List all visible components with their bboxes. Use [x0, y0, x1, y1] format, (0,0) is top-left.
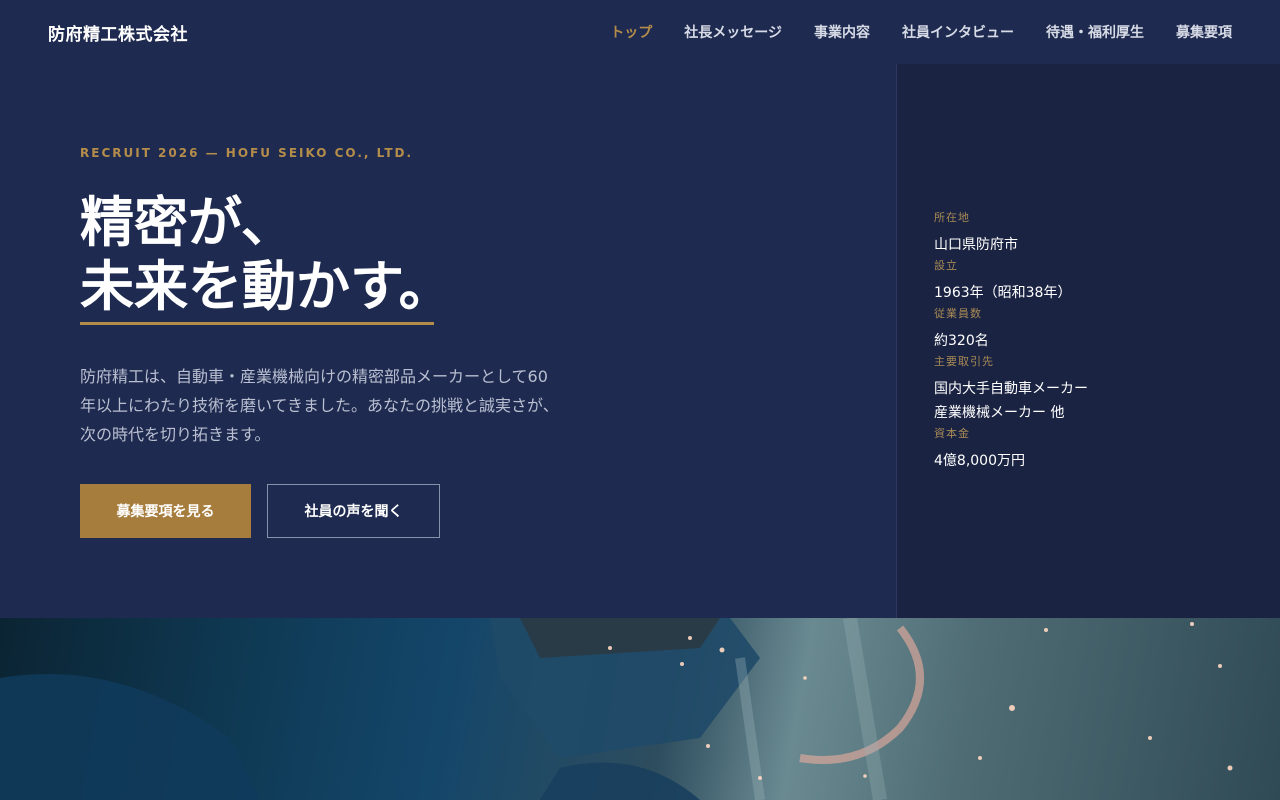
- info-label: 従業員数: [934, 307, 982, 320]
- hero-eyebrow: RECRUIT 2026 — HOFU SEIKO CO., LTD.: [80, 146, 414, 160]
- info-item-founded: 設立 1963年（昭和38年）: [934, 257, 1254, 305]
- nav-item-business[interactable]: 事業内容: [814, 22, 870, 42]
- info-value: 国内大手自動車メーカー 産業機械メーカー 他: [934, 381, 1088, 421]
- site-header: 防府精工株式会社 トップ 社長メッセージ 事業内容 社員インタビュー 待遇・福利…: [0, 0, 1280, 64]
- info-item-capital: 資本金 4億8,000万円: [934, 425, 1254, 473]
- info-label: 主要取引先: [934, 355, 994, 368]
- info-label: 設立: [934, 259, 958, 272]
- hero-headline: 精密が、 未来を動かす。: [80, 190, 453, 318]
- headline-underline: [80, 322, 434, 325]
- nav-item-interviews[interactable]: 社員インタビュー: [902, 22, 1014, 42]
- welding-hero-photo: [0, 618, 1280, 800]
- info-label: 所在地: [934, 211, 970, 224]
- nav-item-benefits[interactable]: 待遇・福利厚生: [1046, 22, 1144, 42]
- info-value: 1963年（昭和38年）: [934, 285, 1072, 301]
- hero-lead-text: 防府精工は、自動車・産業機械向けの精密部品メーカーとして60年以上にわたり技術を…: [80, 367, 559, 444]
- welding-photo-illustration: [0, 618, 1233, 800]
- nav-item-president-message[interactable]: 社長メッセージ: [684, 22, 782, 42]
- info-label: 資本金: [934, 427, 970, 440]
- info-value: 山口県防府市: [934, 237, 1018, 253]
- company-logo[interactable]: 防府精工株式会社: [48, 20, 188, 45]
- nav-item-recruitment[interactable]: 募集要項: [1176, 22, 1232, 42]
- company-info-panel: 所在地 山口県防府市 設立 1963年（昭和38年） 従業員数 約320名 主要…: [896, 64, 1280, 618]
- view-recruitment-button[interactable]: 募集要項を見る: [80, 484, 251, 538]
- hero-section: RECRUIT 2026 — HOFU SEIKO CO., LTD. 精密が、…: [0, 64, 896, 618]
- company-info-list: 所在地 山口県防府市 設立 1963年（昭和38年） 従業員数 約320名 主要…: [934, 209, 1254, 473]
- info-value: 4億8,000万円: [934, 453, 1025, 469]
- info-item-clients: 主要取引先 国内大手自動車メーカー 産業機械メーカー 他: [934, 353, 1254, 425]
- nav-item-top[interactable]: トップ: [610, 22, 652, 42]
- info-value: 約320名: [934, 333, 989, 349]
- main-nav: トップ 社長メッセージ 事業内容 社員インタビュー 待遇・福利厚生 募集要項: [610, 22, 1232, 42]
- info-item-location: 所在地 山口県防府市: [934, 209, 1254, 257]
- headline-line-2: 未来を動かす。: [80, 254, 453, 318]
- info-item-employees: 従業員数 約320名: [934, 305, 1254, 353]
- headline-line-1: 精密が、: [80, 190, 295, 254]
- employee-voices-button[interactable]: 社員の声を聞く: [267, 484, 440, 538]
